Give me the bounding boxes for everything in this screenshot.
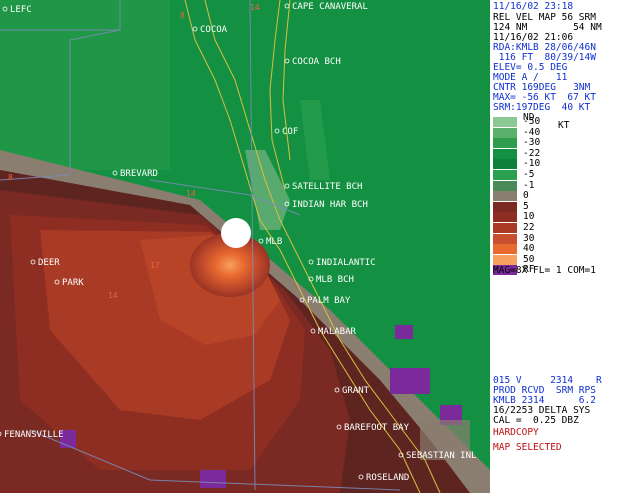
radar-display: LEFC COCOA CAPE CANAVERAL COCOA BCH COF BREVA… xyxy=(0,0,617,493)
radar-site-marker xyxy=(221,218,251,248)
county-number: 17 xyxy=(150,261,160,270)
legend-swatch xyxy=(493,138,517,149)
legend-row: 5 xyxy=(493,200,613,212)
legend-row: 0 xyxy=(493,190,613,202)
legend-row: 22 xyxy=(493,223,613,233)
legend-row: -22 xyxy=(493,147,613,159)
legend-swatch xyxy=(493,233,517,244)
county-number: 14 xyxy=(250,3,260,12)
legend-swatch xyxy=(493,201,517,212)
legend-swatch xyxy=(493,170,517,180)
product-info-panel: 11/16/02 23:18 REL VEL MAP 56 SRM 124 NM… xyxy=(490,0,617,493)
legend-label: -30 xyxy=(523,137,541,149)
legend-label: -22 xyxy=(523,147,541,159)
town-label: FENANSVILLE xyxy=(4,430,64,440)
town-label: COCOA xyxy=(200,25,228,35)
town-label: PARK xyxy=(62,278,84,288)
legend-label: -5 xyxy=(523,169,535,180)
town-label: SATELLITE BCH xyxy=(292,182,362,192)
town-label: MLB xyxy=(266,237,282,247)
legend-label: 10 xyxy=(523,211,535,223)
legend-row: -5 xyxy=(493,170,613,180)
legend-label: -10 xyxy=(523,158,541,170)
town-label: INDIALANTIC xyxy=(316,258,376,268)
legend-row: -10 xyxy=(493,158,613,170)
legend-row: -50 xyxy=(493,117,613,127)
legend-swatch xyxy=(493,223,517,233)
town-label: CAPE CANAVERAL xyxy=(292,2,368,12)
radar-map[interactable]: LEFC COCOA CAPE CANAVERAL COCOA BCH COF BREVA… xyxy=(0,0,490,493)
legend-swatch xyxy=(493,191,517,202)
storm-motion: SRM:197DEG 40 KT xyxy=(493,102,591,113)
county-number: 14 xyxy=(186,189,196,198)
legend-label: -40 xyxy=(523,126,541,138)
legend-row: -30 xyxy=(493,137,613,149)
legend-row: 30 xyxy=(493,232,613,244)
county-number: 8 xyxy=(8,173,13,182)
calibration-line: CAL = 0.25 DBZ xyxy=(493,415,579,426)
magnification-status: MAG=8X FL= 1 COM=1 xyxy=(493,265,596,276)
legend-label: -50 xyxy=(523,116,541,127)
legend-swatch xyxy=(493,254,517,265)
legend-swatch xyxy=(493,244,517,255)
town-label: LEFC xyxy=(10,5,32,15)
town-label: BREVARD xyxy=(120,169,158,179)
legend-label: 30 xyxy=(523,232,535,244)
town-label: BAREFOOT BAY xyxy=(344,423,410,433)
county-number: 8 xyxy=(180,11,185,20)
map-selected-button[interactable]: MAP SELECTED xyxy=(493,442,562,454)
town-label: DEER xyxy=(38,258,60,268)
legend-label: 40 xyxy=(523,243,535,255)
product-datetime: 11/16/02 23:18 xyxy=(493,1,574,12)
legend-label: 5 xyxy=(523,200,529,212)
town-label: MLB BCH xyxy=(316,275,354,285)
county-number: 14 xyxy=(108,291,118,300)
legend-row: -1 xyxy=(493,179,613,191)
legend-row: 50 xyxy=(493,253,613,265)
town-label: PALM BAY xyxy=(307,296,351,306)
legend-label: 50 xyxy=(523,253,535,265)
town-label: ROSELAND xyxy=(366,473,409,483)
legend-label: 22 xyxy=(523,222,535,233)
town-label: COCOA BCH xyxy=(292,57,341,67)
town-label: COF xyxy=(282,127,298,137)
legend-swatch xyxy=(493,159,517,170)
town-label: MALABAR xyxy=(318,327,357,337)
legend-swatch xyxy=(493,127,517,138)
town-label: INDIAN HAR BCH xyxy=(292,200,368,210)
town-label: GRANT xyxy=(342,386,370,396)
legend-swatch xyxy=(493,212,517,223)
legend-swatch xyxy=(493,148,517,159)
hardcopy-button[interactable]: HARDCOPY xyxy=(493,427,539,439)
legend-label: 0 xyxy=(523,190,529,202)
legend-swatch xyxy=(493,117,517,127)
legend-swatch xyxy=(493,180,517,191)
legend-label: -1 xyxy=(523,179,535,191)
radar-velocity-image: LEFC COCOA CAPE CANAVERAL COCOA BCH COF BREVA… xyxy=(0,0,490,493)
legend-row: -40 xyxy=(493,126,613,138)
legend-row: 10 xyxy=(493,211,613,223)
town-label: SEBASTIAN INL xyxy=(406,451,476,461)
legend-row: 40 xyxy=(493,243,613,255)
